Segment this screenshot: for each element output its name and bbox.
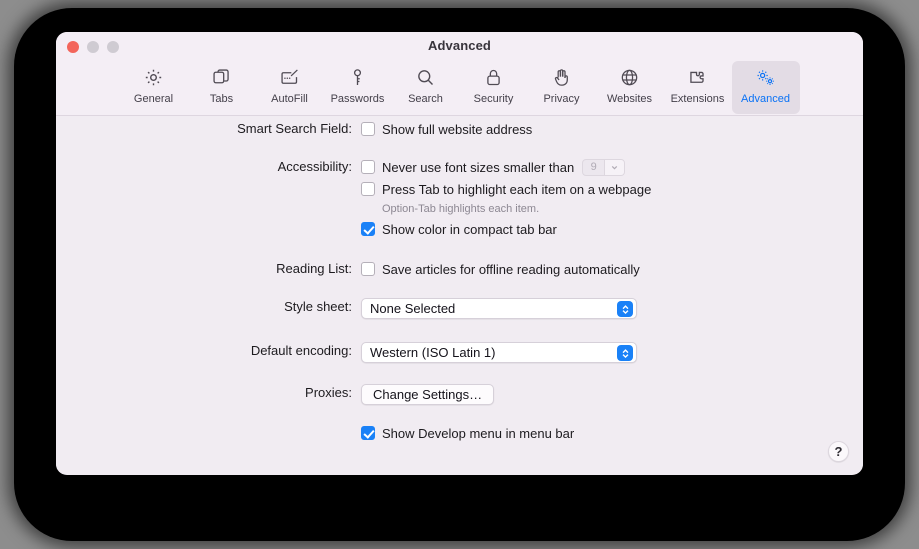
style-sheet-popup[interactable]: None Selected: [361, 298, 637, 319]
globe-icon: [619, 65, 640, 90]
tab-security[interactable]: Security: [460, 61, 528, 114]
checkbox-label: Show color in compact tab bar: [382, 221, 557, 237]
checkbox-label: Never use font sizes smaller than: [382, 159, 575, 175]
tab-autofill[interactable]: AutoFill: [256, 61, 324, 114]
chevron-up-down-icon[interactable]: [617, 345, 633, 361]
default-encoding-popup[interactable]: Western (ISO Latin 1): [361, 342, 637, 363]
style-sheet-value: None Selected: [370, 301, 456, 316]
gear-icon: [143, 65, 164, 90]
safari-preferences-window: Advanced General Tabs AutoFill Passwords…: [56, 32, 863, 475]
tab-label: Websites: [606, 93, 653, 105]
row-style-sheet: Style sheet: None Selected: [231, 298, 637, 319]
tab-general[interactable]: General: [120, 61, 188, 114]
accessibility-hint: Option-Tab highlights each item.: [382, 203, 540, 215]
row-proxies: Proxies: Change Settings…: [231, 384, 495, 405]
checkbox-box[interactable]: [361, 262, 375, 276]
smart-search-field-label: Smart Search Field:: [237, 121, 352, 136]
checkbox-label: Show full website address: [382, 121, 533, 137]
puzzle-icon: [687, 65, 708, 90]
chevron-down-icon[interactable]: [604, 159, 625, 175]
checkbox-label: Press Tab to highlight each item on a we…: [382, 181, 652, 197]
checkbox-save-articles-offline[interactable]: Save articles for offline reading automa…: [361, 260, 640, 278]
change-settings-button[interactable]: Change Settings…: [361, 384, 495, 405]
default-encoding-value: Western (ISO Latin 1): [370, 345, 496, 360]
tab-privacy[interactable]: Privacy: [528, 61, 596, 114]
checkbox-box[interactable]: [361, 426, 375, 440]
min-font-size-value: 9: [590, 161, 597, 173]
checkbox-box[interactable]: [361, 182, 375, 196]
hand-icon: [551, 65, 572, 90]
tab-websites[interactable]: Websites: [596, 61, 664, 114]
default-encoding-label: Default encoding:: [250, 343, 352, 358]
autofill-icon: [279, 65, 300, 90]
tab-label: Advanced: [741, 93, 790, 105]
tab-label: Extensions: [670, 93, 725, 105]
tab-search[interactable]: Search: [392, 61, 460, 114]
tab-label: AutoFill: [271, 93, 308, 105]
help-button[interactable]: ?: [828, 441, 849, 462]
row-default-encoding: Default encoding: Western (ISO Latin 1): [231, 342, 637, 363]
preferences-toolbar: General Tabs AutoFill Passwords Search S…: [56, 59, 863, 116]
checkbox-box[interactable]: [361, 122, 375, 136]
double-gear-icon: [754, 65, 777, 90]
tab-label: Search: [408, 93, 443, 105]
checkbox-show-develop-menu[interactable]: Show Develop menu in menu bar: [361, 424, 574, 442]
lock-icon: [483, 65, 504, 90]
tab-advanced[interactable]: Advanced: [731, 61, 800, 114]
tab-label: Passwords: [330, 93, 385, 105]
reading-list-label: Reading List:: [276, 261, 352, 276]
title-bar: Advanced: [56, 32, 863, 59]
row-reading-list: Reading List: Save articles for offline …: [231, 260, 640, 282]
tab-label: General: [133, 93, 174, 105]
checkbox-label: Show Develop menu in menu bar: [382, 425, 575, 441]
min-font-size-stepper[interactable]: 9: [582, 158, 626, 176]
checkbox-never-use-font-sizes-smaller-than[interactable]: Never use font sizes smaller than 9: [361, 158, 651, 176]
window-title: Advanced: [428, 38, 491, 53]
checkbox-box[interactable]: [361, 222, 375, 236]
tab-label: Privacy: [543, 93, 580, 105]
checkbox-show-color-in-compact-tab-bar[interactable]: Show color in compact tab bar: [361, 220, 651, 238]
tab-extensions[interactable]: Extensions: [664, 61, 732, 114]
key-icon: [347, 65, 368, 90]
tab-tabs[interactable]: Tabs: [188, 61, 256, 114]
tab-label: Tabs: [209, 93, 234, 105]
checkbox-label: Save articles for offline reading automa…: [382, 261, 640, 277]
checkbox-box[interactable]: [361, 160, 375, 174]
row-accessibility: Accessibility: Never use font sizes smal…: [231, 158, 651, 242]
row-smart-search-field: Smart Search Field: Show full website ad…: [231, 120, 532, 142]
tabs-icon: [211, 65, 232, 90]
checkbox-show-full-website-address[interactable]: Show full website address: [361, 120, 532, 138]
style-sheet-label: Style sheet:: [284, 299, 352, 314]
tab-label: Security: [473, 93, 514, 105]
chevron-up-down-icon[interactable]: [617, 301, 633, 317]
advanced-settings-pane: Smart Search Field: Show full website ad…: [56, 116, 863, 474]
tab-passwords[interactable]: Passwords: [324, 61, 392, 114]
checkbox-press-tab-to-highlight[interactable]: Press Tab to highlight each item on a we…: [361, 180, 651, 198]
row-develop-menu: Show Develop menu in menu bar: [231, 424, 574, 446]
accessibility-label: Accessibility:: [277, 159, 352, 174]
search-icon: [415, 65, 436, 90]
proxies-label: Proxies:: [305, 385, 352, 400]
